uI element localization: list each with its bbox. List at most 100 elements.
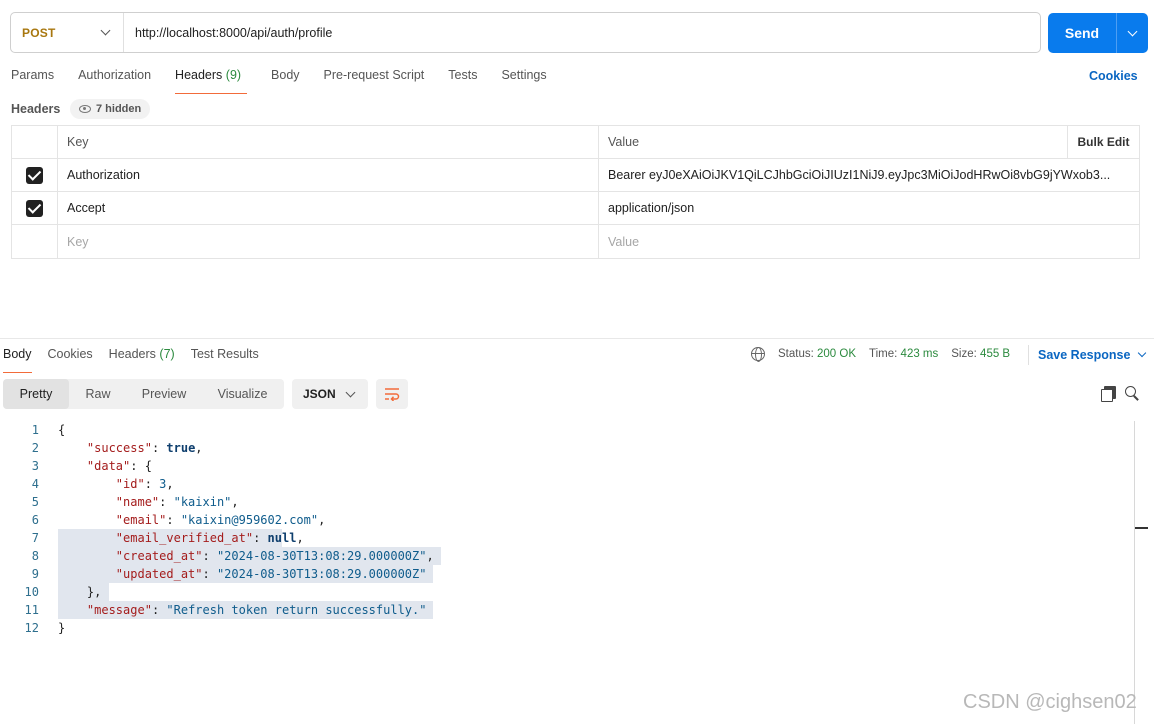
code-line: 8 "created_at": "2024-08-30T13:08:29.000…: [0, 547, 1134, 565]
header-value-cell[interactable]: application/json: [599, 192, 1139, 224]
scrollbar-marker: [1135, 527, 1148, 529]
send-options-button[interactable]: [1117, 13, 1148, 53]
line-number: 11: [24, 603, 39, 617]
response-tabs: Body Cookies Headers (7) Test Results: [3, 347, 275, 373]
key-column-header: Key: [58, 126, 599, 158]
send-button[interactable]: Send: [1048, 13, 1117, 53]
tab-response-body[interactable]: Body: [3, 347, 32, 373]
code-text: "created_at": "2024-08-30T13:08:29.00000…: [58, 547, 441, 565]
headers-table: Key Value Bulk Edit Authorization Bearer…: [11, 125, 1140, 259]
tab-label: Body: [3, 347, 32, 361]
globe-icon[interactable]: [751, 347, 765, 362]
view-raw-button[interactable]: Raw: [69, 379, 127, 409]
tab-count-badge: (9): [225, 68, 242, 82]
response-status: Status: 200 OK Time: 423 ms Size: 455 B: [751, 347, 1023, 362]
tab-tests[interactable]: Tests: [448, 68, 477, 94]
tab-headers[interactable]: Headers (9): [175, 68, 248, 94]
hidden-headers-toggle[interactable]: 7 hidden: [70, 99, 151, 119]
line-number: 6: [31, 513, 39, 527]
scrollbar-track[interactable]: [1134, 421, 1135, 724]
bulk-edit-button[interactable]: Bulk Edit: [1067, 126, 1139, 158]
view-visualize-button[interactable]: Visualize: [201, 379, 284, 409]
tab-label: Authorization: [78, 68, 152, 82]
new-key-input[interactable]: Key: [58, 225, 599, 258]
hidden-headers-label: 7 hidden: [96, 103, 142, 115]
time-label: Time:: [869, 348, 898, 360]
send-button-group: Send: [1048, 13, 1148, 53]
tab-count-badge: (7): [159, 347, 175, 361]
view-pretty-button[interactable]: Pretty: [3, 379, 69, 409]
line-number: 8: [31, 549, 39, 563]
new-value-input[interactable]: Value: [599, 225, 1139, 258]
tab-response-headers[interactable]: Headers (7): [109, 347, 175, 373]
code-text: {: [58, 423, 66, 437]
line-number: 4: [31, 477, 39, 491]
watermark: CSDN @cighsen02: [963, 691, 1137, 713]
code-text: "email": "kaixin@959602.com",: [115, 513, 326, 527]
request-tabs: Params Authorization Headers (9) Body Pr…: [11, 68, 571, 94]
tab-label: Params: [11, 68, 55, 82]
chevron-down-icon: [345, 387, 356, 397]
format-select[interactable]: JSON: [292, 379, 368, 409]
tab-test-results[interactable]: Test Results: [191, 347, 259, 373]
enabled-checkbox[interactable]: [26, 199, 43, 217]
response-body-viewer[interactable]: 1{2 "success": true, 3 "data": {4 "id": 3…: [0, 421, 1134, 637]
copy-icon[interactable]: [1101, 386, 1116, 402]
save-response-button[interactable]: Save Response: [1028, 345, 1147, 365]
line-number: 2: [31, 441, 39, 455]
tab-label: Headers: [108, 347, 156, 361]
tab-label: Headers: [175, 68, 223, 82]
code-text: "success": true,: [86, 441, 203, 455]
code-text: "name": "kaixin",: [115, 495, 239, 509]
tab-authorization[interactable]: Authorization: [78, 68, 151, 94]
pane-divider[interactable]: [0, 338, 1154, 339]
tab-label: Tests: [448, 68, 478, 82]
chevron-down-icon: [100, 25, 111, 36]
tab-label: Test Results: [190, 347, 259, 361]
tab-pre-request-script[interactable]: Pre-request Script: [324, 68, 425, 94]
code-text: }: [58, 621, 66, 635]
tab-settings[interactable]: Settings: [501, 68, 546, 94]
search-icon[interactable]: [1125, 386, 1140, 401]
size-label: Size:: [951, 348, 977, 360]
code-line: 4 "id": 3,: [0, 475, 1134, 493]
chevron-down-icon: [1127, 26, 1138, 36]
tab-body[interactable]: Body: [271, 68, 300, 94]
code-line: 2 "success": true,: [0, 439, 1134, 457]
code-line: 12}: [0, 619, 1134, 637]
tab-response-cookies[interactable]: Cookies: [48, 347, 93, 373]
code-line: 7 "email_verified_at": null,: [0, 529, 1134, 547]
time-value: 423 ms: [900, 348, 939, 360]
size-info[interactable]: Size: 455 B: [951, 348, 1010, 360]
header-key[interactable]: Authorization: [58, 159, 599, 191]
time-info[interactable]: Time: 423 ms: [869, 348, 938, 360]
format-label: JSON: [303, 387, 336, 401]
code-line: 1{: [0, 421, 1134, 439]
line-number: 12: [24, 621, 39, 635]
chevron-down-icon: [1138, 348, 1147, 358]
method-select[interactable]: POST: [11, 13, 124, 52]
checkbox-column-header: [12, 126, 58, 158]
header-value-cell[interactable]: Bearer eyJ0eXAiOiJKV1QiLCJhbGciOiJIUzI1N…: [599, 159, 1139, 191]
cookies-link[interactable]: Cookies: [1089, 69, 1138, 83]
headers-section-label: Headers: [11, 102, 61, 116]
code-line: 9 "updated_at": "2024-08-30T13:08:29.000…: [0, 565, 1134, 583]
wrap-lines-button[interactable]: [376, 379, 408, 409]
code-line: 10 },: [0, 583, 1134, 601]
row-checkbox-cell: [12, 159, 58, 191]
enabled-checkbox[interactable]: [26, 166, 43, 184]
code-text: "data": {: [86, 459, 152, 473]
size-value: 455 B: [980, 348, 1011, 360]
header-key[interactable]: Accept: [58, 192, 599, 224]
line-number: 10: [24, 585, 39, 599]
tab-params[interactable]: Params: [11, 68, 54, 94]
header-value: Bearer eyJ0eXAiOiJKV1QiLCJhbGciOiJIUzI1N…: [608, 168, 1111, 182]
header-value: application/json: [608, 201, 695, 215]
view-preview-button[interactable]: Preview: [127, 379, 201, 409]
tab-label: Body: [271, 68, 300, 82]
status-info[interactable]: Status: 200 OK: [778, 348, 856, 360]
code-text: "id": 3,: [115, 477, 174, 491]
line-number: 5: [31, 495, 39, 509]
wrap-lines-icon: [385, 388, 400, 401]
url-input[interactable]: [124, 13, 1040, 52]
